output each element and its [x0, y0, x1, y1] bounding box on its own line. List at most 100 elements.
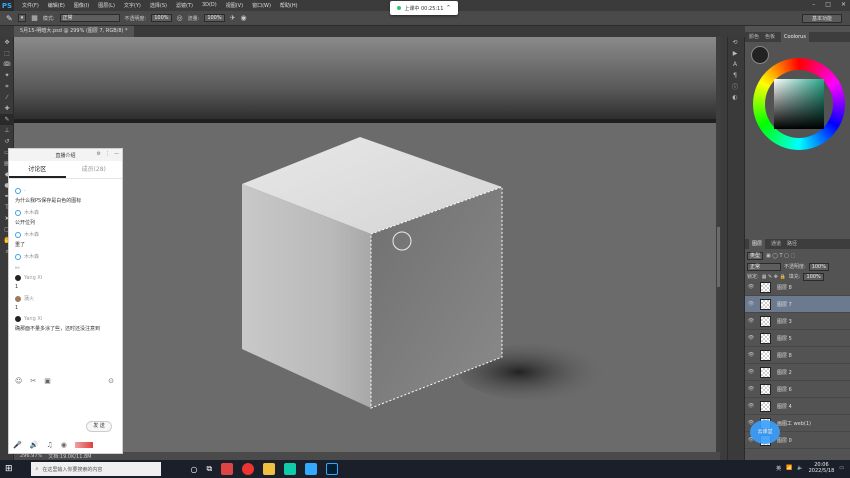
color-panel-tab[interactable]: Coolorus [781, 32, 809, 42]
layer-row[interactable]: 👁 图层 2 [745, 364, 850, 381]
avatar[interactable] [15, 231, 21, 238]
layer-row[interactable]: 👁 图层 6 [745, 381, 850, 398]
opacity-field[interactable]: 100% [151, 14, 172, 22]
healing-tool-icon[interactable]: ✚ [0, 103, 14, 114]
photoshop-taskbar-icon[interactable] [326, 463, 339, 475]
avatar[interactable] [15, 275, 21, 281]
avatar[interactable] [15, 316, 21, 322]
magic-wand-tool-icon[interactable]: ✦ [0, 70, 14, 81]
navigator-panel-icon[interactable]: ◐ [728, 92, 742, 103]
pressure-opacity-icon[interactable]: ◎ [177, 14, 183, 22]
chat-history-icon[interactable]: ⊙ [108, 377, 114, 385]
layer-row[interactable]: 👁 图层 4 [745, 398, 850, 415]
visibility-eye-icon[interactable]: 👁 [745, 335, 757, 341]
move-tool-icon[interactable]: ✥ [0, 37, 14, 48]
taskbar-search[interactable]: ⌕ 在这里输入你要搜索的内容 [30, 462, 161, 476]
menu-item[interactable]: 文件(F) [22, 2, 39, 9]
chat-tab[interactable]: 成员(28) [66, 161, 123, 178]
visibility-eye-icon[interactable]: 👁 [745, 386, 757, 392]
app-icon-5[interactable] [305, 463, 318, 475]
history-panel-icon[interactable]: ⟲ [728, 37, 742, 48]
scissors-icon[interactable]: ✂ [30, 377, 36, 385]
layer-row[interactable]: 👁 图层 8 [745, 347, 850, 364]
send-button[interactable]: 发 送 [86, 421, 112, 432]
emoji-icon[interactable]: ☺ [15, 377, 22, 385]
document-tab[interactable]: 5月15-明暗大.psd @ 299% (图层 7, RGB/8) * [14, 26, 134, 37]
menu-item[interactable]: 图像(I) [74, 2, 89, 9]
airbrush-icon[interactable]: ✈ [230, 14, 236, 22]
layers-panel-tab[interactable]: 图层 [749, 239, 766, 249]
more-icon[interactable]: ⋮ [105, 151, 110, 157]
menu-item[interactable]: 编辑(E) [48, 2, 65, 9]
character-panel-icon[interactable]: A [728, 59, 742, 70]
workspace-select[interactable]: 基本功能 [802, 14, 842, 23]
close-icon[interactable]: ✕ [841, 1, 846, 8]
volume-icon[interactable]: 🔈 [797, 465, 803, 471]
menu-item[interactable]: 文字(Y) [124, 2, 141, 9]
actions-panel-icon[interactable]: ▶ [728, 48, 742, 59]
menu-item[interactable]: 帮助(H) [280, 2, 298, 9]
layers-panel-tab[interactable]: 通道 [771, 239, 781, 249]
live-status-badge[interactable]: 上课中 00:25:11 ^ [390, 1, 458, 15]
layer-row[interactable]: 👁 图层 7 [745, 296, 850, 313]
layers-panel-tab[interactable]: 路径 [787, 239, 797, 249]
visibility-eye-icon[interactable]: 👁 [745, 403, 757, 409]
layer-row[interactable]: 👁 图层 3 [745, 313, 850, 330]
app-icon-4[interactable] [284, 463, 297, 475]
minimize-icon[interactable]: — [114, 151, 119, 157]
brush-panel-icon[interactable]: ▦ [31, 14, 38, 22]
stamp-tool-icon[interactable]: ⊥ [0, 125, 14, 136]
avatar[interactable] [15, 253, 21, 260]
menu-item[interactable]: 3D(D) [202, 2, 217, 9]
ime-indicator[interactable]: 英 [776, 465, 781, 472]
visibility-eye-icon[interactable]: 👁 [745, 301, 757, 307]
music-icon[interactable]: ♫ [46, 441, 52, 449]
visibility-eye-icon[interactable]: 👁 [745, 369, 757, 375]
color-panel-tab[interactable]: 颜色 [749, 32, 759, 42]
eyedropper-tool-icon[interactable]: ⁄ [0, 92, 14, 103]
layer-kind-select[interactable]: 类型 [747, 251, 764, 260]
menu-item[interactable]: 图层(L) [98, 2, 115, 9]
layer-opacity-field[interactable]: 100% [808, 262, 829, 271]
task-view-icon[interactable]: ⧉ [207, 464, 213, 474]
vertical-scrollbar[interactable] [716, 37, 721, 452]
visibility-eye-icon[interactable]: 👁 [745, 318, 757, 324]
paragraph-panel-icon[interactable]: ¶ [728, 70, 742, 81]
info-panel-icon[interactable]: ⓘ [728, 81, 742, 92]
app-icon-1[interactable] [221, 463, 234, 475]
marquee-tool-icon[interactable]: ⬚ [0, 48, 14, 59]
layer-row[interactable]: 👁 图层 5 [745, 330, 850, 347]
image-icon[interactable]: ▣ [44, 377, 51, 385]
maximize-icon[interactable]: □ [825, 1, 831, 8]
visibility-eye-icon[interactable]: 👁 [745, 284, 757, 290]
history-brush-icon[interactable]: ↺ [0, 136, 14, 147]
clock[interactable]: 20:06 2022/5/18 [809, 462, 835, 474]
avatar[interactable] [15, 188, 21, 194]
app-icon-2[interactable] [242, 463, 255, 475]
mode-select[interactable]: 正常 [59, 14, 120, 22]
menu-item[interactable]: 视图(V) [226, 2, 243, 9]
brush-tool-icon[interactable]: ✎ [6, 14, 13, 23]
menu-item[interactable]: 滤镜(T) [176, 2, 193, 9]
filter-icons[interactable]: ▣ ◯ T ▢ ⬚ [766, 253, 795, 259]
avatar[interactable] [15, 295, 21, 302]
avatar[interactable] [15, 209, 21, 216]
app-icon-3[interactable] [263, 463, 276, 475]
cortana-icon[interactable]: ○ [191, 465, 198, 474]
color-panel-tab[interactable]: 色板 [765, 32, 775, 42]
foreground-swatch[interactable] [751, 46, 769, 64]
chat-tab[interactable]: 讨论区 [9, 161, 66, 178]
saturation-square[interactable] [774, 79, 824, 129]
menu-item[interactable]: 选择(S) [150, 2, 167, 9]
speaker-icon[interactable]: 🔊 [30, 441, 39, 449]
camera-icon[interactable]: ◉ [61, 441, 67, 449]
lasso-tool-icon[interactable]: ↂ [0, 59, 14, 70]
windows-start-icon[interactable]: ⊞ [5, 464, 13, 474]
brush-tool-icon[interactable]: ✎ [0, 114, 14, 125]
minimize-icon[interactable]: – [812, 1, 815, 8]
visibility-eye-icon[interactable]: 👁 [745, 352, 757, 358]
crop-tool-icon[interactable]: ⌗ [0, 81, 14, 92]
flow-field[interactable]: 100% [204, 14, 225, 22]
chat-header-title[interactable]: 直播介绍 [55, 152, 75, 159]
layer-row[interactable]: 👁 图层 8 [745, 279, 850, 296]
